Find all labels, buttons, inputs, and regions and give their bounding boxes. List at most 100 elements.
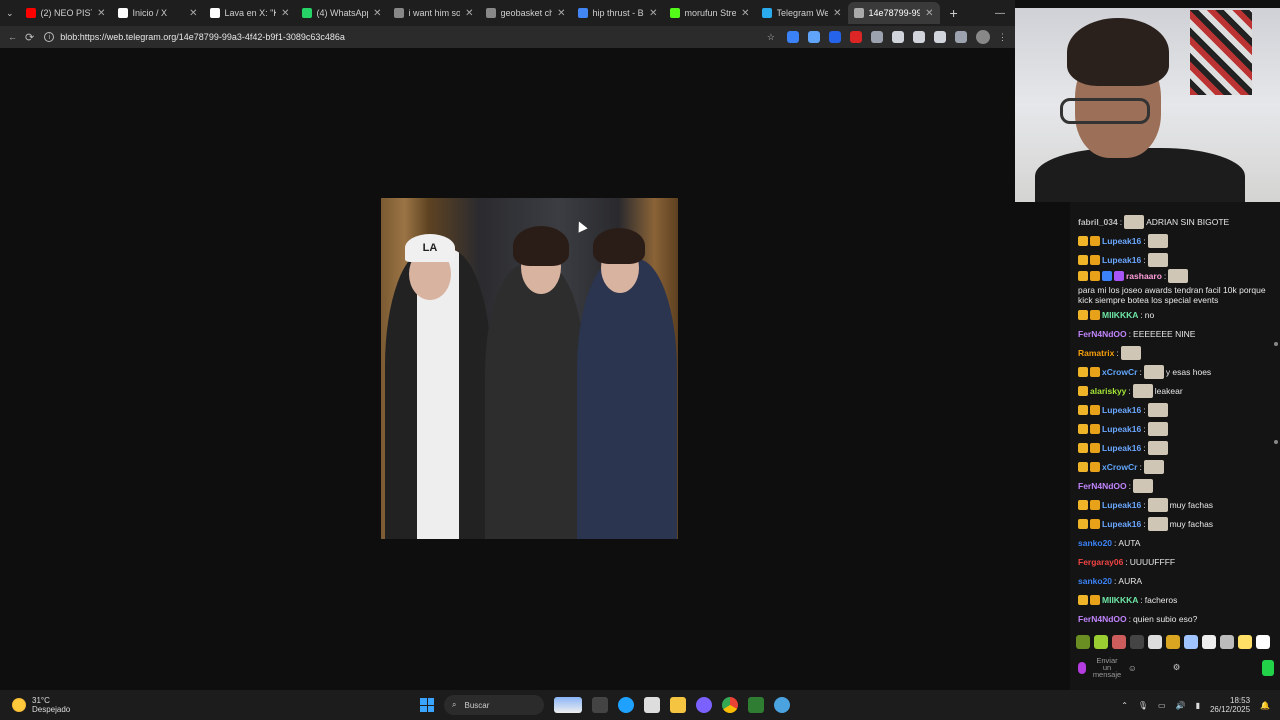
widget-landscape-icon[interactable] xyxy=(554,697,582,713)
emoji-icon[interactable]: ☺ xyxy=(1128,663,1137,673)
tab-close-icon[interactable]: ✕ xyxy=(925,8,933,19)
weather-widget[interactable]: 31°C Despejado xyxy=(0,696,420,714)
browser-tab[interactable]: Inicio / X ✕ xyxy=(112,2,204,24)
emote-picker-icon[interactable] xyxy=(1130,635,1144,649)
clock[interactable]: 18:53 26/12/2025 xyxy=(1210,696,1250,714)
streaming-app-icon[interactable] xyxy=(748,697,764,713)
emote-picker-icon[interactable] xyxy=(1256,635,1270,649)
chat-username[interactable]: Lupeak16 xyxy=(1102,236,1141,246)
chat-username[interactable]: Lupeak16 xyxy=(1102,443,1141,453)
extension-icon[interactable] xyxy=(829,31,841,43)
extension-icon[interactable] xyxy=(871,31,883,43)
back-icon[interactable]: ← xyxy=(8,32,17,42)
chevron-up-icon[interactable]: ⌃ xyxy=(1121,701,1128,710)
chat-emote-icon xyxy=(1132,383,1153,398)
stream-chat: fabril_034: ADRIAN SIN BIGOTE Lupeak16: L… xyxy=(1070,202,1280,690)
chat-username[interactable]: xCrowCr xyxy=(1102,462,1137,472)
tab-close-icon[interactable]: ✕ xyxy=(373,8,381,19)
browser-tab[interactable]: i want him so bad ✕ xyxy=(388,2,480,24)
extension-icon[interactable] xyxy=(787,31,799,43)
bookmark-star-icon[interactable]: ☆ xyxy=(767,32,775,43)
tab-close-icon[interactable]: ✕ xyxy=(741,8,749,19)
extension-icon[interactable] xyxy=(892,31,904,43)
browser-menu-icon[interactable]: ⋮ xyxy=(998,32,1007,43)
file-explorer-icon[interactable] xyxy=(670,697,686,713)
chat-message: Lupeak16: xyxy=(1078,231,1268,250)
chrome-icon[interactable] xyxy=(722,697,738,713)
browser-tab[interactable]: Telegram Web ✕ xyxy=(756,2,848,24)
notification-bell-icon[interactable]: 🔔 xyxy=(1260,701,1270,710)
emote-picker-icon[interactable] xyxy=(1076,635,1090,649)
tab-close-icon[interactable]: ✕ xyxy=(97,8,105,19)
send-button[interactable] xyxy=(1262,659,1274,676)
settings-icon[interactable]: ⚙ xyxy=(1173,662,1181,673)
taskbar-search[interactable]: ⌕ Buscar xyxy=(444,695,544,715)
chat-username[interactable]: sanko20 xyxy=(1078,576,1112,586)
tab-close-icon[interactable]: ✕ xyxy=(189,8,197,19)
mic-icon[interactable] xyxy=(1078,661,1086,674)
tab-close-icon[interactable]: ✕ xyxy=(833,8,841,19)
store-icon[interactable] xyxy=(644,697,660,713)
tab-close-icon[interactable]: ✕ xyxy=(281,8,289,19)
extension-icon[interactable] xyxy=(934,31,946,43)
extension-icon[interactable] xyxy=(808,31,820,43)
browser-tab[interactable]: (2) NEO PISTEA | Kick ✕ xyxy=(20,2,112,24)
discord-icon[interactable] xyxy=(696,697,712,713)
emote-picker-icon[interactable] xyxy=(1238,635,1252,649)
chat-username[interactable]: Ramatrix xyxy=(1078,348,1114,358)
chat-username[interactable]: Lupeak16 xyxy=(1102,500,1141,510)
emote-picker-icon[interactable] xyxy=(1202,635,1216,649)
chat-message: FerN4NdOO: quien subio eso? xyxy=(1078,609,1268,628)
microphone-icon[interactable]: 🎙 xyxy=(1138,701,1148,710)
edge-icon[interactable] xyxy=(618,697,634,713)
windows-start-icon[interactable] xyxy=(420,698,434,712)
chat-username[interactable]: Lupeak16 xyxy=(1102,405,1141,415)
extension-icon[interactable] xyxy=(850,31,862,43)
emote-picker-icon[interactable] xyxy=(1166,635,1180,649)
minimize-icon[interactable]: — xyxy=(995,8,1005,19)
tab-close-icon[interactable]: ✕ xyxy=(465,8,473,19)
chat-username[interactable]: fabril_034 xyxy=(1078,217,1118,227)
browser-tab[interactable]: (4) WhatsApp ✕ xyxy=(296,2,388,24)
browser-tab[interactable]: morufun Stream ✕ xyxy=(664,2,756,24)
network-icon[interactable]: ▭ xyxy=(1158,701,1166,710)
emote-picker-icon[interactable] xyxy=(1112,635,1126,649)
url-field[interactable]: i blob:https://web.telegram.org/14e78799… xyxy=(44,32,767,42)
chat-username[interactable]: Lupeak16 xyxy=(1102,424,1141,434)
chat-username[interactable]: MIIKKKA xyxy=(1102,595,1138,605)
new-tab-icon[interactable]: + xyxy=(940,5,968,21)
emote-picker-icon[interactable] xyxy=(1148,635,1162,649)
task-view-icon[interactable] xyxy=(592,697,608,713)
emote-picker-icon[interactable] xyxy=(1220,635,1234,649)
volume-icon[interactable]: 🔊 xyxy=(1176,701,1186,710)
browser-tab[interactable]: hip thrust - Buscar ✕ xyxy=(572,2,664,24)
chat-username[interactable]: rashaaro xyxy=(1126,271,1162,281)
chat-username[interactable]: Lupeak16 xyxy=(1102,519,1141,529)
tab-search-icon[interactable]: ⌄ xyxy=(0,8,20,19)
reload-icon[interactable]: ⟳ xyxy=(25,31,34,44)
tab-close-icon[interactable]: ✕ xyxy=(557,8,565,19)
site-info-icon[interactable]: i xyxy=(44,32,55,42)
emote-picker-icon[interactable] xyxy=(1184,635,1198,649)
chat-username[interactable]: FerN4NdOO xyxy=(1078,614,1127,624)
chat-username[interactable]: FerN4NdOO xyxy=(1078,481,1127,491)
emote-picker-icon[interactable] xyxy=(1094,635,1108,649)
chat-username[interactable]: Lupeak16 xyxy=(1102,255,1141,265)
browser-app-icon[interactable] xyxy=(774,697,790,713)
chat-username[interactable]: FerN4NdOO xyxy=(1078,329,1127,339)
extension-icon[interactable] xyxy=(955,31,967,43)
chat-username[interactable]: alariskyy xyxy=(1090,386,1126,396)
battery-icon[interactable]: ▮ xyxy=(1196,701,1200,710)
chat-username[interactable]: Fergaray06 xyxy=(1078,557,1123,567)
extension-icon[interactable] xyxy=(913,31,925,43)
profile-avatar[interactable] xyxy=(976,30,990,44)
tab-close-icon[interactable]: ✕ xyxy=(649,8,657,19)
chat-username[interactable]: sanko20 xyxy=(1078,538,1112,548)
browser-tab[interactable]: geobasket chrome ✕ xyxy=(480,2,572,24)
chat-input[interactable]: Enviar un mensaje xyxy=(1092,657,1122,679)
chat-username[interactable]: xCrowCr xyxy=(1102,367,1137,377)
chat-separator: : xyxy=(1128,613,1132,624)
chat-username[interactable]: MIIKKKA xyxy=(1102,310,1138,320)
browser-tab[interactable]: 14e78799-99a3 ✕ xyxy=(847,2,940,24)
browser-tab[interactable]: Lava en X: "Kct" ✕ xyxy=(204,2,296,24)
